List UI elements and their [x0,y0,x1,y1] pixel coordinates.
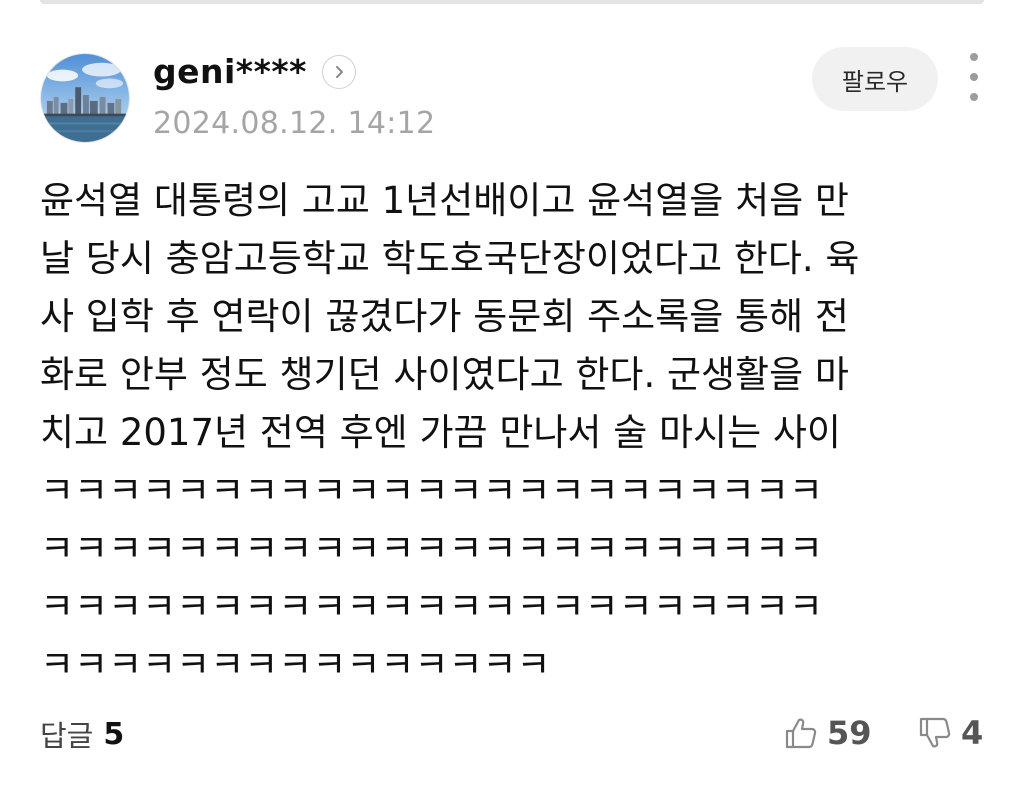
dot [970,53,978,61]
comment-line: 윤석열 대통령의 고교 1년선배이고 윤석열을 처음 만 [40,179,849,222]
thumbs-down-icon [919,717,951,748]
dislike-count: 4 [961,714,984,752]
username[interactable]: geni**** [153,52,307,91]
comment-line: ㅋㅋㅋㅋㅋㅋㅋㅋㅋㅋㅋㅋㅋㅋㅋㅋㅋㅋㅋㅋㅋㅋㅋ [40,469,823,512]
comment-line: ㅋㅋㅋㅋㅋㅋㅋㅋㅋㅋㅋㅋㅋㅋㅋㅋㅋㅋㅋㅋㅋㅋㅋ [40,527,823,570]
profile-link-button[interactable] [322,55,356,89]
comment-line: 화로 안부 정도 챙기던 사이였다고 한다. 군생활을 마 [40,353,849,396]
like-count: 59 [827,714,872,752]
top-divider [40,0,984,4]
chevron-right-icon [336,66,343,78]
comment-line: 치고 2017년 전역 후엔 가끔 만나서 술 마시는 사이 [40,411,841,454]
comment-timestamp: 2024.08.12. 14:12 [153,106,436,141]
comment-line: ㅋㅋㅋㅋㅋㅋㅋㅋㅋㅋㅋㅋㅋㅋㅋ [40,643,551,686]
comment-line: 사 입학 후 연락이 끊겼다가 동문회 주소록을 통해 전 [40,295,849,338]
comment-line: ㅋㅋㅋㅋㅋㅋㅋㅋㅋㅋㅋㅋㅋㅋㅋㅋㅋㅋㅋㅋㅋㅋㅋ [40,585,823,628]
replies-button[interactable]: 답글 5 [40,713,124,755]
comment-body: 윤석열 대통령의 고교 1년선배이고 윤석열을 처음 만 날 당시 충암고등학교… [40,172,940,694]
like-button[interactable]: 59 [783,710,872,756]
replies-count: 5 [103,716,125,752]
city-skyline-image [41,54,129,142]
dot [970,93,978,101]
comment-line: 날 당시 충암고등학교 학도호국단장이었다고 한다. 육 [40,237,860,280]
thumbs-up-icon [785,718,817,749]
replies-label: 답글 [40,719,94,753]
dislike-button[interactable]: 4 [917,710,983,756]
avatar[interactable] [40,53,130,143]
more-options-icon[interactable] [960,53,988,101]
follow-button[interactable]: 팔로우 [812,47,938,111]
dot [970,73,978,81]
